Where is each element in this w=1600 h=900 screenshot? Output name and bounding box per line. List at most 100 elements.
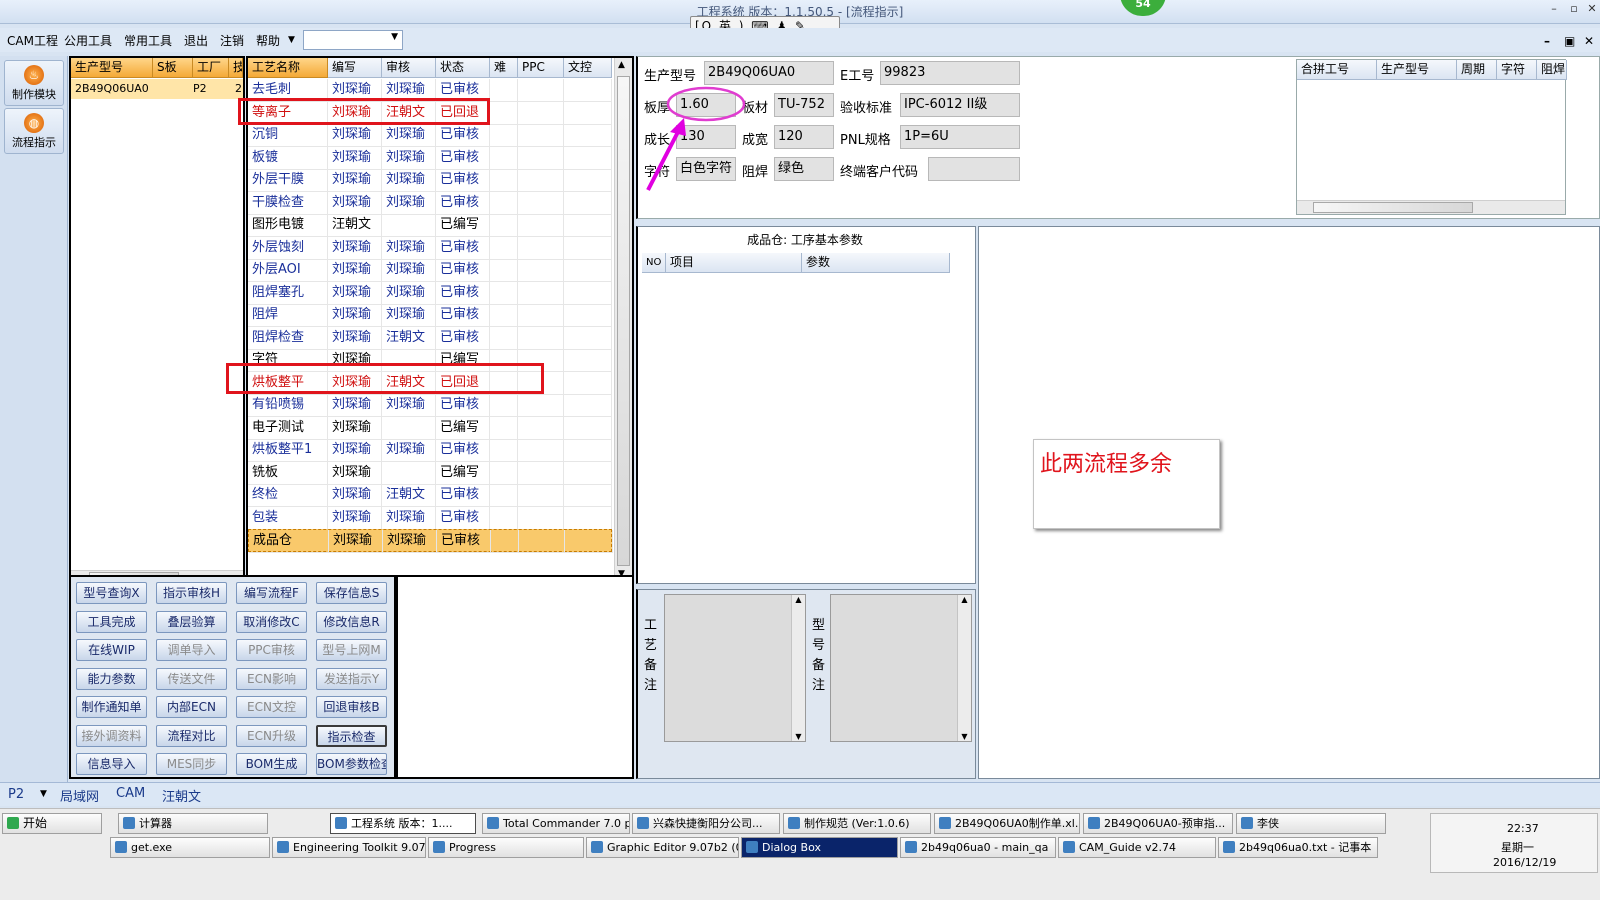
mdi-restore-icon[interactable]: ▣: [1564, 34, 1575, 48]
table-row[interactable]: 终检 刘琛瑜 汪朝文 已审核: [248, 484, 612, 507]
field-customer-code[interactable]: [928, 157, 1020, 181]
col-header-merge-no[interactable]: 合拼工号: [1297, 60, 1377, 80]
taskbar-item[interactable]: 计算器: [118, 813, 268, 834]
action-button-27[interactable]: BOM参数检查: [316, 753, 387, 775]
taskbar-item[interactable]: Dialog Box: [741, 837, 898, 858]
menu-dropdown[interactable]: ▼: [303, 30, 403, 50]
col-header-ppc[interactable]: PPC: [518, 58, 564, 78]
col-header-merge-char[interactable]: 字符: [1497, 60, 1537, 80]
action-button-0[interactable]: 型号查询X: [76, 582, 147, 604]
col-header-merge-period[interactable]: 周期: [1457, 60, 1497, 80]
action-button-8[interactable]: 在线WIP: [76, 639, 147, 661]
menu-exit[interactable]: 退出: [184, 32, 208, 49]
table-row[interactable]: 电子测试 刘琛瑜 已编写: [248, 416, 612, 440]
scrollbar[interactable]: ▲ ▼: [957, 595, 971, 741]
action-button-12[interactable]: 能力参数: [76, 667, 147, 690]
table-row[interactable]: 有铅喷锡 刘琛瑜 刘琛瑜 已审核: [248, 394, 612, 417]
table-row[interactable]: 外层干膜 刘琛瑜 刘琛瑜 已审核: [248, 169, 612, 192]
field-mask[interactable]: 绿色: [774, 157, 834, 181]
process-remark-textarea[interactable]: ▲ ▼: [664, 594, 806, 742]
make-module-button[interactable]: ♨ 制作模块: [4, 60, 64, 106]
field-eno[interactable]: 99823: [880, 61, 1020, 85]
col-header-process[interactable]: 工艺名称: [248, 58, 328, 78]
taskbar-item[interactable]: Progress: [428, 837, 584, 858]
action-button-19[interactable]: 回退审核B: [316, 696, 387, 718]
table-row[interactable]: 图形电镀 汪朝文 已编写: [248, 214, 612, 237]
merge-hscrollbar[interactable]: [1297, 200, 1565, 214]
action-button-21[interactable]: 流程对比: [156, 724, 227, 747]
taskbar-item[interactable]: Total Commander 7.0 p...: [482, 813, 630, 834]
action-button-26[interactable]: BOM生成: [236, 753, 307, 775]
clock-time[interactable]: 22:37: [1507, 822, 1539, 835]
taskbar-item[interactable]: 2B49Q06UA0-预审指...: [1083, 813, 1233, 834]
table-row[interactable]: 烘板整平1 刘琛瑜 刘琛瑜 已审核: [248, 439, 612, 462]
table-row[interactable]: 外层AOI 刘琛瑜 刘琛瑜 已审核: [248, 259, 612, 282]
col-header-tech[interactable]: 技: [229, 58, 243, 78]
action-button-11[interactable]: 型号上网M: [316, 639, 387, 661]
action-button-9[interactable]: 调单导入: [156, 639, 227, 661]
col-header-item[interactable]: 项目: [666, 253, 802, 273]
table-row[interactable]: 2B49Q06UA0 P2 2: [71, 79, 243, 99]
action-button-4[interactable]: 工具完成: [76, 610, 147, 633]
table-row[interactable]: 干膜检查 刘琛瑜 刘琛瑜 已审核: [248, 191, 612, 215]
action-button-1[interactable]: 指示审核H: [156, 582, 227, 604]
col-header-merge-mask[interactable]: 阻焊: [1537, 60, 1567, 80]
col-header-reviewer[interactable]: 审核: [382, 58, 436, 78]
scrollbar[interactable]: ▲ ▼: [791, 595, 805, 741]
taskbar-item[interactable]: 工程系统 版本：1....: [330, 813, 476, 834]
table-row[interactable]: 阻焊塞孔 刘琛瑜 刘琛瑜 已审核: [248, 281, 612, 305]
taskbar-item[interactable]: Graphic Editor 9.07b2 (0...: [586, 837, 739, 858]
table-row[interactable]: 包装 刘琛瑜 刘琛瑜 已审核: [248, 506, 612, 530]
close-icon[interactable]: ✕: [1582, 2, 1600, 15]
action-button-16[interactable]: 制作通知单: [76, 696, 147, 718]
table-row[interactable]: 沉铜 刘琛瑜 刘琛瑜 已审核: [248, 124, 612, 147]
maximize-icon[interactable]: ▫: [1564, 2, 1584, 15]
col-header-merge-model[interactable]: 生产型号: [1377, 60, 1457, 80]
action-button-22[interactable]: ECN升级: [236, 724, 307, 747]
action-button-25[interactable]: MES同步: [156, 753, 227, 775]
table-row[interactable]: 阻焊 刘琛瑜 刘琛瑜 已审核: [248, 304, 612, 327]
taskbar-item[interactable]: 2b49q06ua0.txt - 记事本: [1218, 837, 1378, 858]
menu-logout[interactable]: 注销: [220, 32, 244, 49]
scroll-thumb[interactable]: [1313, 202, 1473, 213]
action-button-2[interactable]: 编写流程F: [236, 582, 307, 604]
taskbar-item[interactable]: 制作规范 (Ver:1.0.6): [783, 813, 931, 834]
field-pnl[interactable]: 1P=6U: [900, 125, 1020, 149]
mdi-minimize-icon[interactable]: –: [1544, 34, 1550, 48]
taskbar-item[interactable]: get.exe: [110, 837, 270, 858]
col-header-model[interactable]: 生产型号: [71, 58, 153, 78]
taskbar-item[interactable]: 2b49q06ua0 - main_qa: [900, 837, 1056, 858]
chevron-down-icon[interactable]: ▼: [288, 35, 295, 45]
col-header-status[interactable]: 状态: [436, 58, 490, 78]
action-button-13[interactable]: 传送文件: [156, 667, 227, 690]
taskbar-item[interactable]: CAM_Guide v2.74: [1058, 837, 1216, 858]
action-button-18[interactable]: ECN文控: [236, 696, 307, 718]
taskbar-item[interactable]: 李侠: [1236, 813, 1386, 834]
plant-selector[interactable]: P2: [8, 787, 24, 802]
mdi-close-icon[interactable]: ✕: [1584, 34, 1594, 48]
model-remark-textarea[interactable]: ▲ ▼: [830, 594, 972, 742]
col-header-sboard[interactable]: S板: [153, 58, 193, 78]
scroll-thumb[interactable]: [617, 76, 630, 566]
field-material[interactable]: TU-752: [774, 93, 834, 117]
col-header-writer[interactable]: 编写: [328, 58, 382, 78]
minimize-icon[interactable]: –: [1544, 2, 1564, 15]
table-row[interactable]: 板镀 刘琛瑜 刘琛瑜 已审核: [248, 146, 612, 170]
col-header-doc-control[interactable]: 文控: [564, 58, 612, 78]
taskbar-item[interactable]: 兴森快捷衡阳分公司...: [632, 813, 780, 834]
chevron-down-icon[interactable]: ▼: [40, 789, 47, 799]
menu-help[interactable]: 帮助: [256, 32, 280, 49]
action-button-15[interactable]: 发送指示Y: [316, 667, 387, 690]
menu-frequent-tools[interactable]: 常用工具: [124, 32, 172, 49]
action-button-17[interactable]: 内部ECN: [156, 696, 227, 718]
flow-guide-button[interactable]: ◍ 流程指示: [4, 108, 64, 154]
table-row[interactable]: 阻焊检查 刘琛瑜 汪朝文 已审核: [248, 326, 612, 350]
action-button-20[interactable]: 接外调资料: [76, 724, 147, 747]
col-header-no[interactable]: NO: [642, 253, 666, 273]
taskbar-item[interactable]: 2B49Q06UA0制作单.xl...: [934, 813, 1080, 834]
scroll-up-icon[interactable]: ▲: [618, 60, 625, 70]
field-width[interactable]: 120: [774, 125, 834, 149]
menu-cam[interactable]: CAM工程: [7, 32, 58, 49]
action-button-10[interactable]: PPC审核: [236, 639, 307, 661]
action-button-24[interactable]: 信息导入: [76, 753, 147, 775]
